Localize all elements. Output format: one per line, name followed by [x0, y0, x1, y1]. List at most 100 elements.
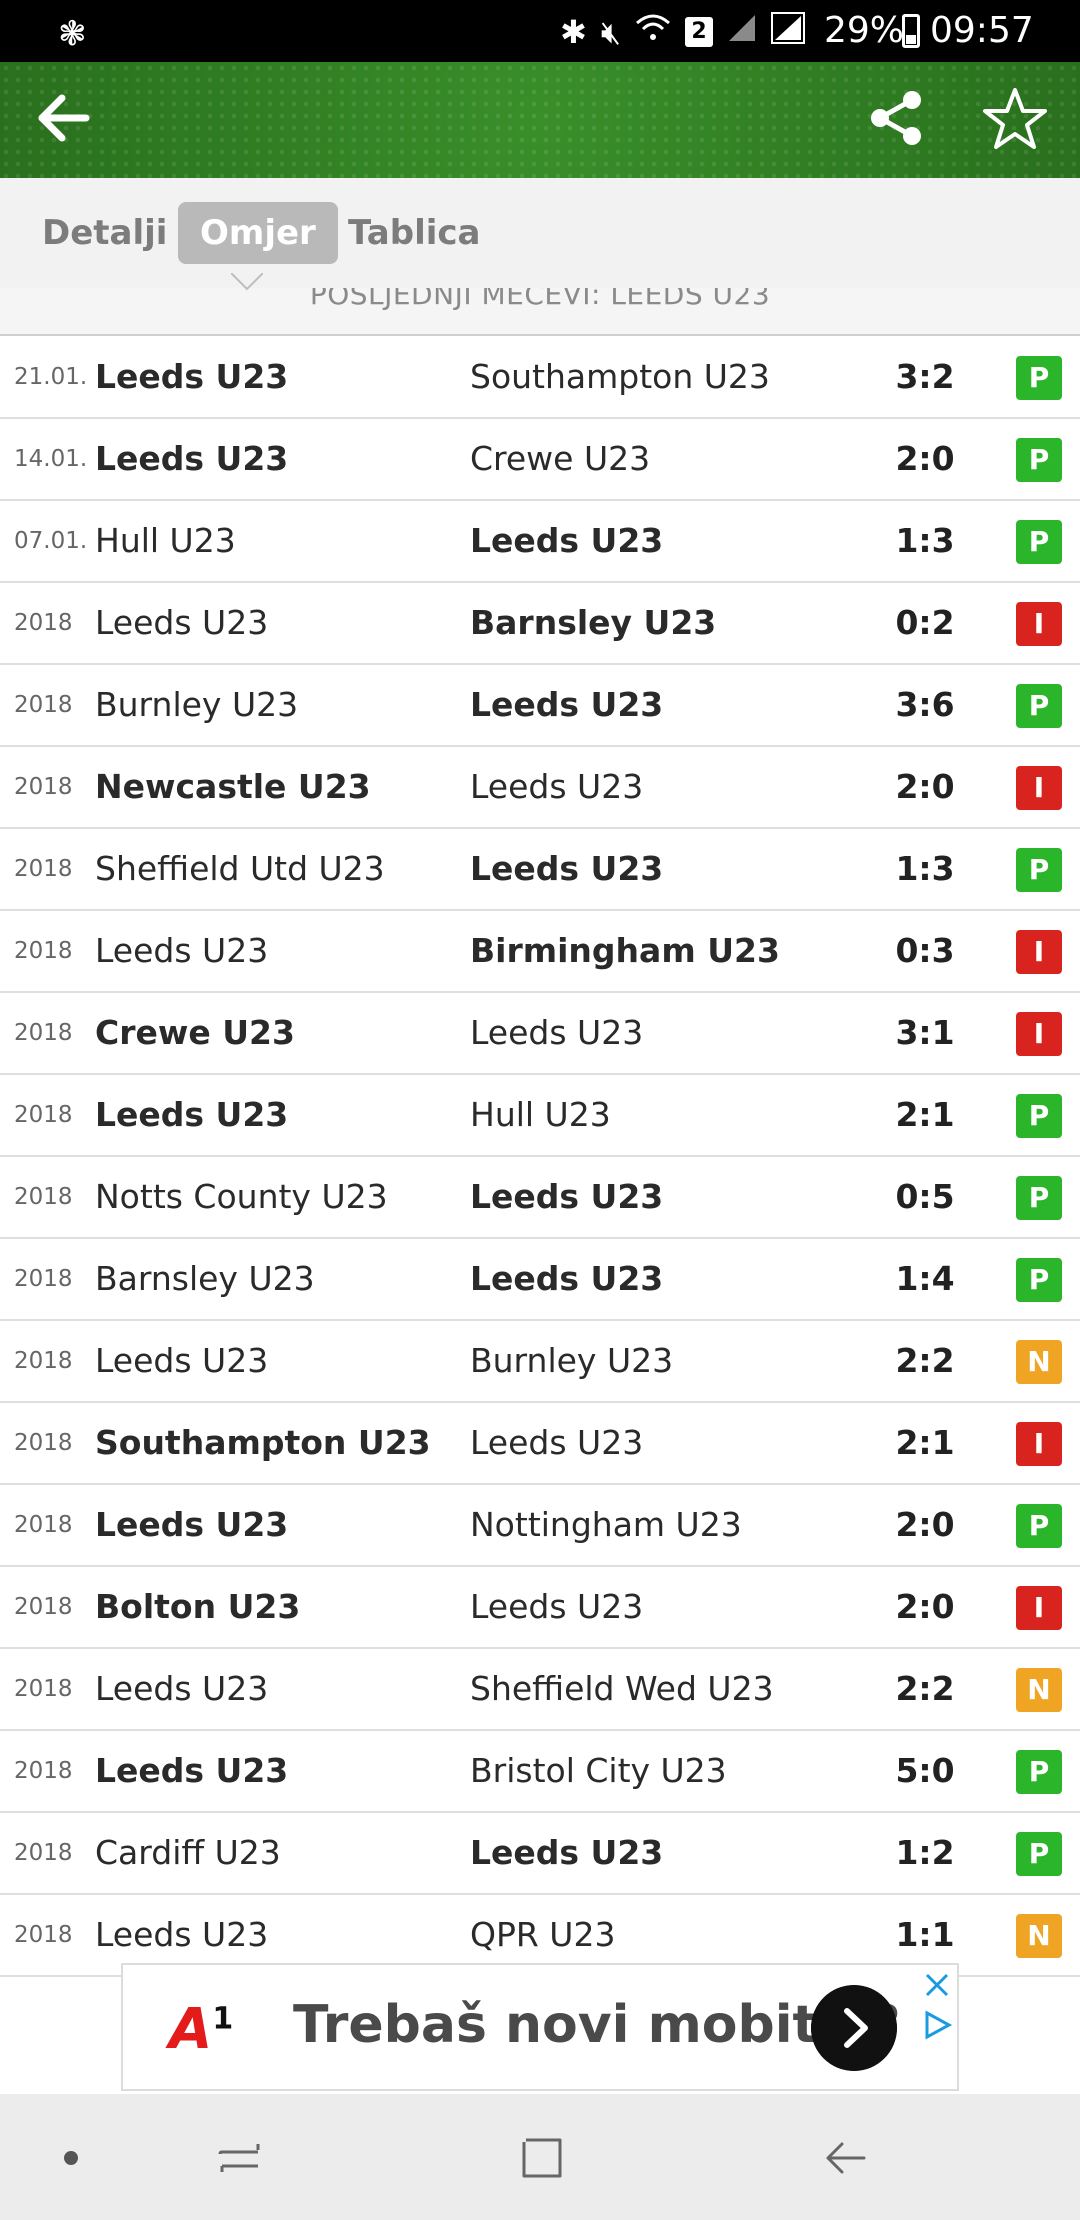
result-badge: I [1016, 1422, 1062, 1466]
match-score: 2:2 [895, 1341, 955, 1380]
tab-detalji[interactable]: Detalji [20, 202, 189, 264]
match-row[interactable]: 2018 Burnley U23 Leeds U23 3:6 P [0, 665, 1080, 747]
home-team: Crewe U23 [95, 1013, 295, 1052]
away-team: Bristol City U23 [470, 1751, 727, 1790]
result-badge: P [1016, 848, 1062, 892]
match-row[interactable]: 2018 Southampton U23 Leeds U23 2:1 I [0, 1403, 1080, 1485]
tab-omjer[interactable]: Omjer [178, 202, 338, 264]
match-row[interactable]: 2018 Crewe U23 Leeds U23 3:1 I [0, 993, 1080, 1075]
match-date: 2018 [14, 938, 73, 964]
clock: 09:57 [930, 10, 1034, 51]
home-team: Barnsley U23 [95, 1259, 315, 1298]
match-date: 2018 [14, 774, 73, 800]
match-row[interactable]: 2018 Leeds U23 Burnley U23 2:2 N [0, 1321, 1080, 1403]
result-badge: P [1016, 684, 1062, 728]
match-score: 1:4 [895, 1259, 955, 1298]
match-row[interactable]: 2018 Bolton U23 Leeds U23 2:0 I [0, 1567, 1080, 1649]
match-date: 2018 [14, 1922, 73, 1948]
home-team: Leeds U23 [95, 1669, 269, 1708]
match-row[interactable]: 07.01. Hull U23 Leeds U23 1:3 P [0, 501, 1080, 583]
ad-logo: A1 [169, 1997, 233, 2062]
match-score: 1:3 [895, 521, 955, 560]
ad-logo-sup: 1 [212, 2001, 234, 2037]
away-team: Leeds U23 [470, 767, 644, 806]
home-icon[interactable] [514, 2130, 570, 2186]
match-score: 2:1 [895, 1095, 955, 1134]
match-date: 2018 [14, 1184, 73, 1210]
away-team: Sheffield Wed U23 [470, 1669, 774, 1708]
away-team: Leeds U23 [470, 1177, 664, 1216]
match-row[interactable]: 2018 Leeds U23 Barnsley U23 0:2 I [0, 583, 1080, 665]
away-team: Leeds U23 [470, 1013, 644, 1052]
ad-text: Trebaš novi mobitel? [293, 1995, 901, 2055]
match-score: 0:3 [895, 931, 955, 970]
close-icon[interactable] [921, 1969, 953, 2001]
match-row[interactable]: 2018 Barnsley U23 Leeds U23 1:4 P [0, 1239, 1080, 1321]
match-date: 2018 [14, 692, 73, 718]
result-badge: P [1016, 1750, 1062, 1794]
result-badge: P [1016, 1094, 1062, 1138]
star-outline-icon[interactable] [982, 86, 1048, 152]
share-icon[interactable] [866, 88, 926, 148]
result-badge: N [1016, 1668, 1062, 1712]
match-date: 2018 [14, 1430, 73, 1456]
match-date: 2018 [14, 1758, 73, 1784]
away-team: Southampton U23 [470, 357, 770, 396]
away-team: Birmingham U23 [470, 931, 780, 970]
away-team: Leeds U23 [470, 521, 664, 560]
match-row[interactable]: 14.01. Leeds U23 Crewe U23 2:0 P [0, 419, 1080, 501]
match-row[interactable]: 2018 Notts County U23 Leeds U23 0:5 P [0, 1157, 1080, 1239]
ad-banner[interactable]: A1 Trebaš novi mobitel? [121, 1963, 959, 2091]
match-date: 14.01. [14, 446, 88, 472]
home-team: Leeds U23 [95, 357, 289, 396]
result-badge: P [1016, 520, 1062, 564]
match-row[interactable]: 2018 Leeds U23 Birmingham U23 0:3 I [0, 911, 1080, 993]
match-row[interactable]: 2018 Leeds U23 Hull U23 2:1 P [0, 1075, 1080, 1157]
match-score: 1:3 [895, 849, 955, 888]
result-badge: P [1016, 1504, 1062, 1548]
match-date: 2018 [14, 1840, 73, 1866]
result-badge: I [1016, 766, 1062, 810]
system-icons: ✱ 🔇︎ 2 [560, 12, 805, 52]
home-team: Hull U23 [95, 521, 236, 560]
away-team: Barnsley U23 [470, 603, 717, 642]
result-badge: I [1016, 930, 1062, 974]
arrow-left-icon[interactable] [34, 88, 94, 148]
result-badge: I [1016, 1586, 1062, 1630]
home-team: Leeds U23 [95, 931, 269, 970]
match-row[interactable]: 2018 Sheffield Utd U23 Leeds U23 1:3 P [0, 829, 1080, 911]
section-title: POSLJEDNJI MEČEVI: LEEDS U23 [309, 288, 771, 311]
active-tab-pointer [231, 273, 263, 291]
match-date: 21.01. [14, 364, 88, 390]
back-icon[interactable] [818, 2130, 874, 2186]
match-date: 2018 [14, 610, 73, 636]
match-row[interactable]: 2018 Leeds U23 Bristol City U23 5:0 P [0, 1731, 1080, 1813]
result-badge: I [1016, 1012, 1062, 1056]
tab-bar: Detalji Omjer Tablica [0, 178, 1080, 290]
match-row[interactable]: 21.01. Leeds U23 Southampton U23 3:2 P [0, 337, 1080, 419]
adchoices-icon[interactable] [921, 2009, 953, 2041]
result-badge: P [1016, 438, 1062, 482]
match-row[interactable]: 2018 Cardiff U23 Leeds U23 1:2 P [0, 1813, 1080, 1895]
match-row[interactable]: 2018 Newcastle U23 Leeds U23 2:0 I [0, 747, 1080, 829]
recent-apps-icon[interactable] [212, 2130, 268, 2186]
match-score: 2:2 [895, 1669, 955, 1708]
match-date: 2018 [14, 1512, 73, 1538]
result-badge: N [1016, 1340, 1062, 1384]
match-date: 2018 [14, 1102, 73, 1128]
mute-icon: 🔇︎ [600, 12, 621, 51]
battery-percent: 29% [824, 10, 905, 51]
match-date: 2018 [14, 856, 73, 882]
home-team: Leeds U23 [95, 603, 269, 642]
match-score: 1:2 [895, 1833, 955, 1872]
match-score: 0:2 [895, 603, 955, 642]
match-score: 2:0 [895, 439, 955, 478]
match-row[interactable]: 2018 Leeds U23 Nottingham U23 2:0 P [0, 1485, 1080, 1567]
home-team: Leeds U23 [95, 439, 289, 478]
tab-tablica[interactable]: Tablica [326, 202, 503, 264]
match-score: 2:0 [895, 767, 955, 806]
chevron-right-icon[interactable] [811, 1985, 897, 2071]
away-team: Leeds U23 [470, 1423, 644, 1462]
app-notification-icon: ❃ [58, 14, 87, 54]
match-row[interactable]: 2018 Leeds U23 Sheffield Wed U23 2:2 N [0, 1649, 1080, 1731]
